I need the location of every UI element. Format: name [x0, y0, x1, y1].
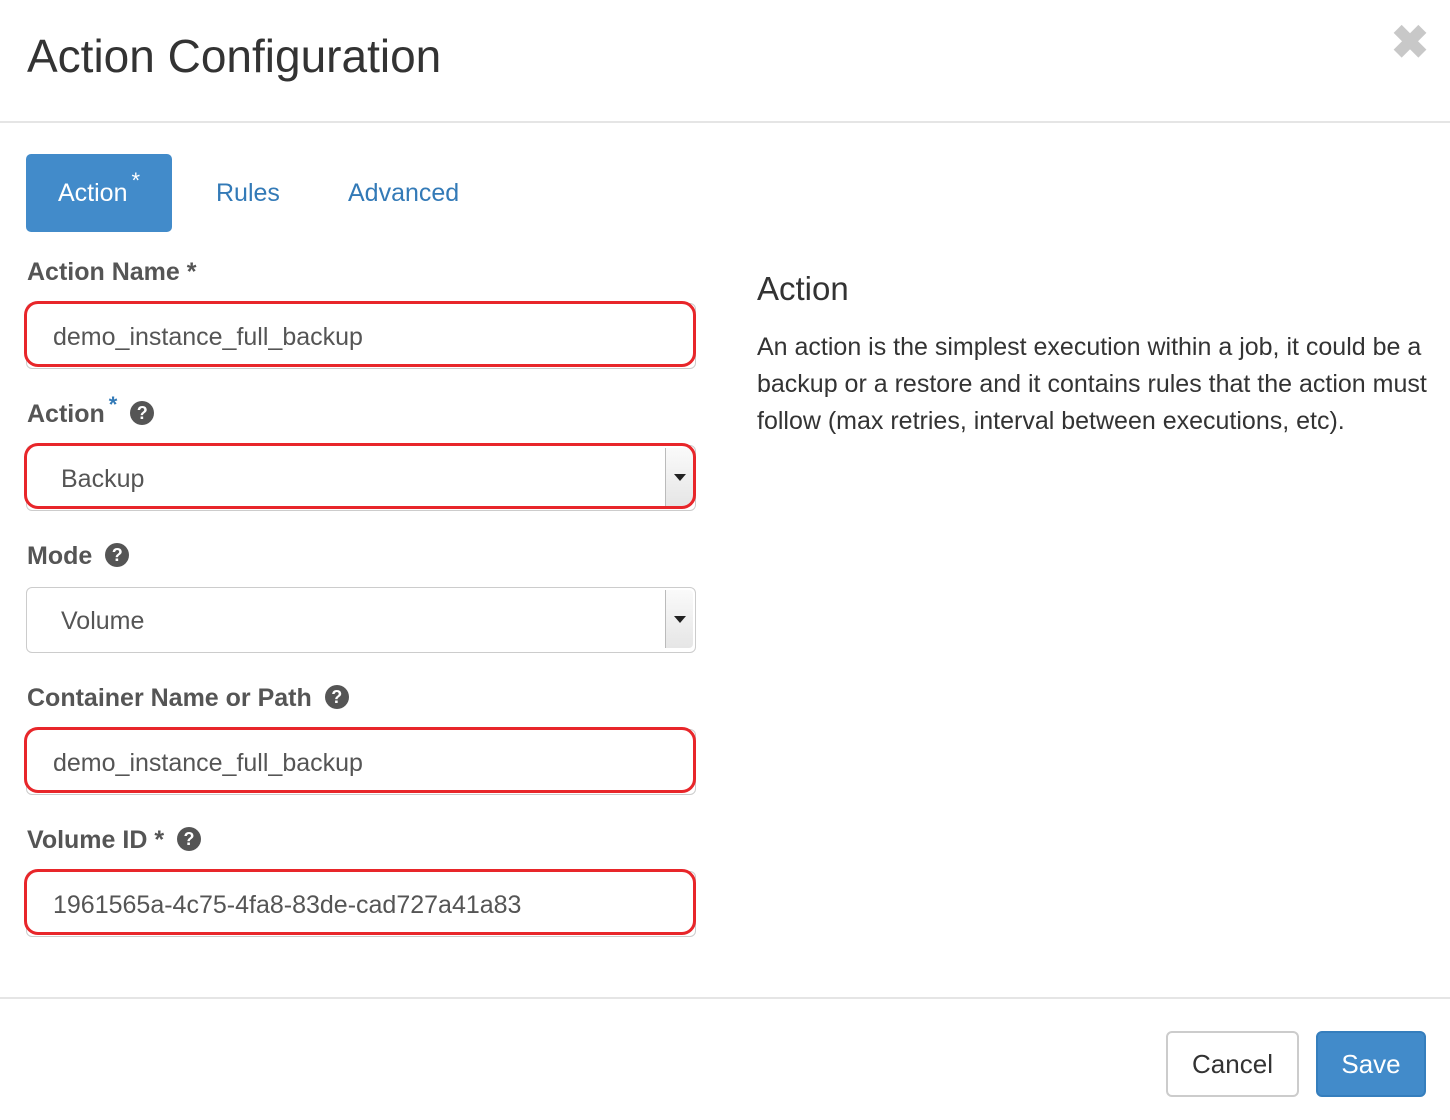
help-icon[interactable]: ?: [105, 543, 130, 568]
tab-advanced[interactable]: Advanced: [348, 154, 459, 232]
action-name-value: demo_instance_full_backup: [53, 323, 363, 351]
action-name-label: Action Name *: [27, 258, 197, 287]
side-panel-title: Action: [757, 270, 849, 307]
tab-action-label: Action: [58, 179, 128, 207]
volume-id-input[interactable]: 1961565a-4c75-4fa8-83de-cad727a41a83: [24, 869, 696, 937]
tab-action-required-marker: *: [131, 168, 141, 193]
volume-id-value: 1961565a-4c75-4fa8-83de-cad727a41a83: [53, 891, 522, 919]
container-value: demo_instance_full_backup: [53, 749, 363, 777]
required-marker: *: [108, 392, 118, 417]
mode-label-text: Mode: [27, 542, 93, 570]
container-label: Container Name or Path ?: [27, 684, 349, 713]
modal-title: Action Configuration: [27, 30, 442, 82]
help-icon[interactable]: ?: [177, 827, 202, 852]
volume-id-label: Volume ID * ?: [27, 826, 202, 855]
tab-advanced-label: Advanced: [348, 179, 460, 207]
tab-action[interactable]: Action *: [26, 154, 173, 232]
save-button[interactable]: Save: [1316, 1031, 1426, 1097]
action-select[interactable]: Backup: [24, 443, 696, 511]
cancel-button[interactable]: Cancel: [1166, 1031, 1299, 1097]
help-icon[interactable]: ?: [324, 685, 349, 710]
help-icon[interactable]: ?: [130, 401, 155, 426]
required-marker: *: [154, 826, 165, 854]
chevron-down-icon[interactable]: [665, 448, 693, 506]
mode-select-value: Volume: [61, 607, 145, 635]
tab-rules-label: Rules: [216, 179, 280, 207]
mode-label: Mode ?: [27, 542, 130, 571]
side-panel-description: An action is the simplest execution with…: [757, 333, 1427, 435]
tab-rules[interactable]: Rules: [216, 154, 280, 232]
action-label: Action * ?: [27, 392, 155, 429]
action-label-text: Action: [27, 400, 105, 428]
action-select-value: Backup: [61, 465, 145, 493]
chevron-down-icon[interactable]: [665, 590, 693, 648]
required-marker: *: [186, 258, 197, 286]
action-name-label-text: Action Name: [27, 258, 180, 286]
mode-select[interactable]: Volume: [26, 587, 696, 653]
container-label-text: Container Name or Path: [27, 684, 312, 712]
container-input[interactable]: demo_instance_full_backup: [24, 727, 696, 795]
modal-footer: Cancel Save: [0, 997, 1450, 1120]
volume-id-label-text: Volume ID: [27, 826, 148, 854]
modal-header: Action Configuration ✖: [0, 0, 1450, 123]
close-icon[interactable]: ✖: [1390, 19, 1430, 65]
action-name-input[interactable]: demo_instance_full_backup: [24, 301, 696, 369]
